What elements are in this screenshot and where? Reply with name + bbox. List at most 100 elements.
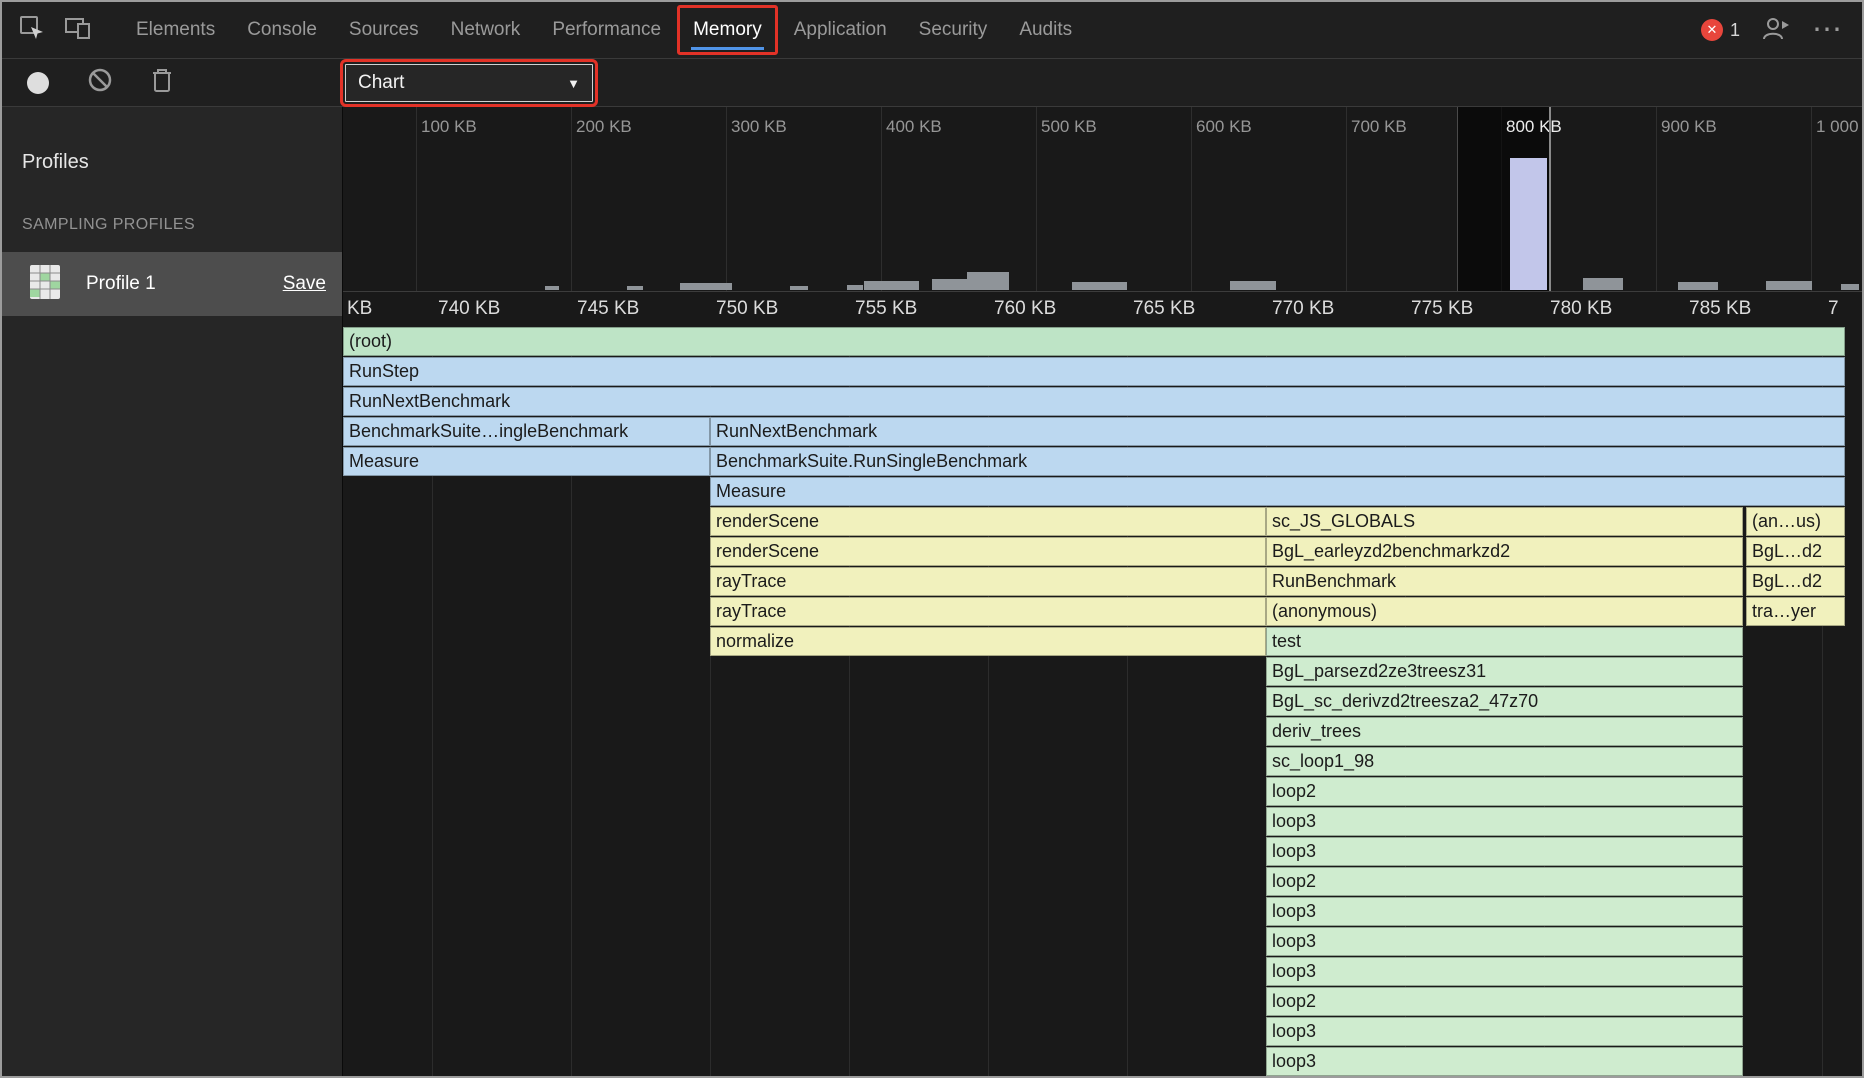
devtools-window: ElementsConsoleSourcesNetworkPerformance… xyxy=(0,0,1864,1078)
flame-segment[interactable]: loop3 xyxy=(1266,927,1743,956)
flame-segment[interactable]: RunStep xyxy=(343,357,1845,386)
tab-console[interactable]: Console xyxy=(231,2,333,58)
memory-histogram-bar xyxy=(1678,282,1718,290)
ruler-partial-label-left: KB xyxy=(347,298,372,320)
flame-segment[interactable]: loop2 xyxy=(1266,867,1743,896)
flame-segment[interactable]: Measure xyxy=(343,447,710,476)
flame-segment[interactable]: test xyxy=(1266,627,1743,656)
memory-histogram-bar xyxy=(1841,284,1859,290)
flame-segment[interactable]: loop3 xyxy=(1266,1017,1743,1046)
flame-segment[interactable]: loop2 xyxy=(1266,987,1743,1016)
memory-histogram-bar xyxy=(967,272,1009,290)
detail-ruler: KB740 KB745 KB750 KB755 KB760 KB765 KB77… xyxy=(343,292,1862,327)
flame-segment[interactable]: BgL_earleyzd2benchmarkzd2 xyxy=(1266,537,1743,566)
flame-segment[interactable]: (an…us) xyxy=(1746,507,1845,536)
device-toolbar-button[interactable] xyxy=(60,12,96,48)
error-indicator[interactable]: ✕ 1 xyxy=(1701,19,1740,41)
tab-security[interactable]: Security xyxy=(903,2,1004,58)
overview-gridline xyxy=(571,107,572,291)
flame-segment[interactable]: BgL…d2 xyxy=(1746,537,1845,566)
flame-segment[interactable]: renderScene xyxy=(710,537,1266,566)
sampling-profiles-heading: SAMPLING PROFILES xyxy=(2,174,342,234)
tab-application[interactable]: Application xyxy=(778,2,903,58)
flame-segment[interactable]: (root) xyxy=(343,327,1845,356)
flame-segment[interactable]: rayTrace xyxy=(710,567,1266,596)
ruler-tick-label: 750 KB xyxy=(716,298,778,320)
flame-segment[interactable]: BgL_sc_derivzd2treesza2_47z70 xyxy=(1266,687,1743,716)
memory-histogram-bar xyxy=(932,279,967,290)
flame-segment[interactable]: RunNextBenchmark xyxy=(710,417,1845,446)
overview-tick-label: 700 KB xyxy=(1351,117,1407,137)
ruler-tick-label: 755 KB xyxy=(855,298,917,320)
main-menu-button[interactable]: ⋯ xyxy=(1812,21,1842,39)
save-link[interactable]: Save xyxy=(283,273,326,295)
flame-segment[interactable]: deriv_trees xyxy=(1266,717,1743,746)
user-icon xyxy=(1761,14,1791,47)
flame-segment[interactable]: BgL…d2 xyxy=(1746,567,1845,596)
memory-histogram-bar xyxy=(1510,158,1547,290)
memory-histogram-bar xyxy=(790,286,808,290)
flame-segment[interactable]: loop3 xyxy=(1266,1047,1743,1076)
flame-segment[interactable]: BenchmarkSuite…ingleBenchmark xyxy=(343,417,710,446)
flame-segment[interactable]: BgL_parsezd2ze3treesz31 xyxy=(1266,657,1743,686)
flame-chart[interactable]: (root)RunStepRunNextBenchmarkBenchmarkSu… xyxy=(343,327,1862,1076)
flame-segment[interactable]: loop3 xyxy=(1266,957,1743,986)
flame-segment[interactable]: sc_JS_GLOBALS xyxy=(1266,507,1743,536)
tab-sources[interactable]: Sources xyxy=(333,2,435,58)
flame-segment[interactable]: Measure xyxy=(710,477,1845,506)
profile-item[interactable]: Profile 1 Save xyxy=(2,252,342,316)
flame-segment[interactable]: tra…yer xyxy=(1746,597,1845,626)
overview-tick-label: 100 KB xyxy=(421,117,477,137)
tab-elements[interactable]: Elements xyxy=(120,2,231,58)
overview-tick-label: 500 KB xyxy=(1041,117,1097,137)
overview-gridline xyxy=(1811,107,1812,291)
overview-gridline xyxy=(1346,107,1347,291)
ruler-tick-label: 770 KB xyxy=(1272,298,1334,320)
overview-gridline xyxy=(416,107,417,291)
flame-segment[interactable]: renderScene xyxy=(710,507,1266,536)
overview-tick-label: 300 KB xyxy=(731,117,787,137)
flame-segment[interactable]: loop3 xyxy=(1266,897,1743,926)
inspect-icon xyxy=(17,13,47,48)
clear-button[interactable] xyxy=(82,65,118,101)
sidebar-title: Profiles xyxy=(2,107,342,174)
devtools-tabbar: ElementsConsoleSourcesNetworkPerformance… xyxy=(2,2,1862,59)
overview-area[interactable]: 100 KB200 KB300 KB400 KB500 KB600 KB700 … xyxy=(343,107,1862,292)
view-select-value: Chart xyxy=(358,72,404,94)
tab-memory[interactable]: Memory xyxy=(677,5,778,55)
view-select[interactable]: Chart ▼ xyxy=(345,64,593,102)
tab-network[interactable]: Network xyxy=(435,2,537,58)
selection-grip[interactable] xyxy=(1549,107,1551,291)
flame-segment[interactable]: loop2 xyxy=(1266,777,1743,806)
ruler-tick-label: 740 KB xyxy=(438,298,500,320)
flame-segment[interactable]: sc_loop1_98 xyxy=(1266,747,1743,776)
flame-segment[interactable]: loop3 xyxy=(1266,807,1743,836)
user-button[interactable] xyxy=(1758,12,1794,48)
inspect-button[interactable] xyxy=(14,12,50,48)
record-icon xyxy=(27,72,49,94)
ruler-tick-label: 785 KB xyxy=(1689,298,1751,320)
record-button[interactable] xyxy=(20,65,56,101)
devtools-tabs: ElementsConsoleSourcesNetworkPerformance… xyxy=(120,2,1088,58)
overview-tick-label: 600 KB xyxy=(1196,117,1252,137)
chevron-down-icon: ▼ xyxy=(567,76,580,91)
flame-segment[interactable]: BenchmarkSuite.RunSingleBenchmark xyxy=(710,447,1845,476)
ruler-tick-label: 760 KB xyxy=(994,298,1056,320)
flame-segment[interactable]: RunNextBenchmark xyxy=(343,387,1845,416)
memory-histogram-bar xyxy=(1072,282,1127,290)
ruler-tick-label: 745 KB xyxy=(577,298,639,320)
overview-tick-label: 900 KB xyxy=(1661,117,1717,137)
memory-chart: 100 KB200 KB300 KB400 KB500 KB600 KB700 … xyxy=(343,107,1862,1076)
flame-segment[interactable]: RunBenchmark xyxy=(1266,567,1743,596)
flame-segment[interactable]: rayTrace xyxy=(710,597,1266,626)
tab-audits[interactable]: Audits xyxy=(1003,2,1088,58)
tab-performance[interactable]: Performance xyxy=(536,2,677,58)
overview-gridline xyxy=(1036,107,1037,291)
flame-segment[interactable]: loop3 xyxy=(1266,837,1743,866)
flame-segment[interactable]: normalize xyxy=(710,627,1266,656)
overview-tick-label: 400 KB xyxy=(886,117,942,137)
flame-segment[interactable]: (anonymous) xyxy=(1266,597,1743,626)
overview-gridline xyxy=(1191,107,1192,291)
delete-button[interactable] xyxy=(144,65,180,101)
ruler-tick-label: 775 KB xyxy=(1411,298,1473,320)
